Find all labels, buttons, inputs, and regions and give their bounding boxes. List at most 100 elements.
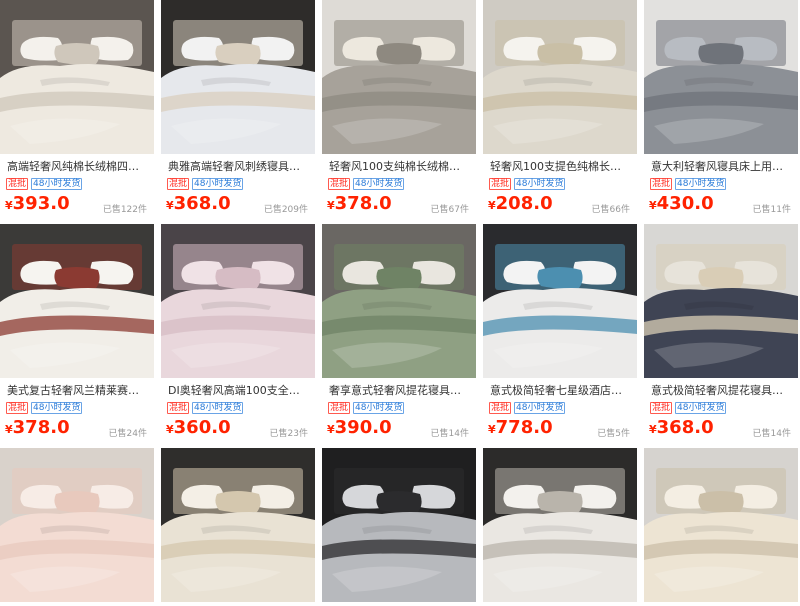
price-value: 368.0 bbox=[656, 417, 714, 438]
bedding-photo bbox=[483, 224, 637, 378]
product-title[interactable]: 轻奢风100支提色纯棉长绒棉四... bbox=[490, 160, 630, 174]
price-value: 390.0 bbox=[334, 417, 392, 438]
sold-count: 已售14件 bbox=[430, 429, 469, 439]
mixed-wholesale-badge: 混批 bbox=[328, 178, 351, 190]
product-card[interactable] bbox=[483, 448, 637, 606]
sold-count: 已售24件 bbox=[108, 429, 147, 439]
product-image[interactable] bbox=[161, 0, 315, 154]
product-card[interactable]: 意式极简轻奢七星级酒店寝具... 混批 48小时发货 ¥778.0 已售5件 bbox=[483, 224, 637, 444]
sold-count: 已售122件 bbox=[102, 205, 147, 215]
product-tags: 混批 48小时发货 bbox=[328, 178, 405, 190]
product-title[interactable]: 奢享意式轻奢风提花寝具床上... bbox=[329, 384, 469, 398]
bedding-photo bbox=[322, 224, 476, 378]
product-price: ¥378.0 bbox=[327, 193, 392, 214]
mixed-wholesale-badge: 混批 bbox=[489, 178, 512, 190]
ships-48h-badge: 48小时发货 bbox=[192, 402, 244, 414]
product-card[interactable]: 美式复古轻奢风兰精莱赛尔天... 混批 48小时发货 ¥378.0 已售24件 bbox=[0, 224, 154, 444]
product-tags: 混批 48小时发货 bbox=[328, 402, 405, 414]
ships-48h-badge: 48小时发货 bbox=[514, 178, 566, 190]
product-card[interactable] bbox=[161, 448, 315, 606]
product-card[interactable]: 奢享意式轻奢风提花寝具床上... 混批 48小时发货 ¥390.0 已售14件 bbox=[322, 224, 476, 444]
product-image[interactable] bbox=[322, 224, 476, 378]
mixed-wholesale-badge: 混批 bbox=[6, 178, 29, 190]
currency-symbol: ¥ bbox=[166, 423, 174, 436]
ships-48h-badge: 48小时发货 bbox=[353, 178, 405, 190]
product-tags: 混批 48小时发货 bbox=[167, 402, 244, 414]
product-title[interactable]: 意式极简轻奢风提花寝具床品... bbox=[651, 384, 791, 398]
product-price: ¥368.0 bbox=[649, 417, 714, 438]
ships-48h-badge: 48小时发货 bbox=[31, 402, 83, 414]
product-tags: 混批 48小时发货 bbox=[6, 402, 83, 414]
product-tags: 混批 48小时发货 bbox=[167, 178, 244, 190]
sold-count: 已售66件 bbox=[591, 205, 630, 215]
product-image[interactable] bbox=[483, 0, 637, 154]
product-card[interactable]: 轻奢风100支纯棉长绒棉四件套... 混批48小时发货 ¥378.0 已售67件 bbox=[322, 0, 476, 220]
product-title[interactable]: 意式极简轻奢七星级酒店寝具... bbox=[490, 384, 630, 398]
mixed-wholesale-badge: 混批 bbox=[489, 402, 512, 414]
currency-symbol: ¥ bbox=[649, 423, 657, 436]
product-image[interactable] bbox=[0, 0, 154, 154]
product-tags: 混批 48小时发货 bbox=[650, 402, 727, 414]
sold-count: 已售14件 bbox=[752, 429, 791, 439]
ships-48h-badge: 48小时发货 bbox=[514, 402, 566, 414]
ships-48h-badge: 48小时发货 bbox=[31, 178, 83, 190]
mixed-wholesale-badge: 混批 bbox=[650, 178, 673, 190]
bedding-photo bbox=[483, 0, 637, 154]
product-image[interactable] bbox=[0, 448, 154, 602]
product-card[interactable]: 意式极简轻奢风提花寝具床品... 混批 48小时发货 ¥368.0 已售14件 bbox=[644, 224, 798, 444]
product-title[interactable]: DI奥轻奢风高端100支全棉四... bbox=[168, 384, 308, 398]
product-title[interactable]: 高端轻奢风纯棉长绒棉四件套... bbox=[7, 160, 147, 174]
product-card[interactable]: 典雅高端轻奢风刺绣寝具床上... 混批 48小时发货 ¥368.0 已售209件 bbox=[161, 0, 315, 220]
mixed-wholesale-badge: 混批 bbox=[6, 402, 29, 414]
bedding-photo bbox=[161, 224, 315, 378]
sold-count: 已售209件 bbox=[263, 205, 308, 215]
price-value: 360.0 bbox=[173, 417, 231, 438]
currency-symbol: ¥ bbox=[5, 423, 13, 436]
product-price: ¥430.0 bbox=[649, 193, 714, 214]
product-image[interactable] bbox=[644, 448, 798, 602]
product-price: ¥778.0 bbox=[488, 417, 553, 438]
product-card[interactable] bbox=[322, 448, 476, 606]
product-card[interactable]: 轻奢风100支提色纯棉长绒棉四... 混批48小时发货 ¥208.0 已售66件 bbox=[483, 0, 637, 220]
product-image[interactable] bbox=[161, 448, 315, 602]
product-card[interactable] bbox=[0, 448, 154, 606]
product-image[interactable] bbox=[644, 224, 798, 378]
product-image[interactable] bbox=[483, 224, 637, 378]
currency-symbol: ¥ bbox=[166, 199, 174, 212]
product-image[interactable] bbox=[322, 0, 476, 154]
product-price: ¥368.0 bbox=[166, 193, 231, 214]
product-price: ¥360.0 bbox=[166, 417, 231, 438]
product-card[interactable]: DI奥轻奢风高端100支全棉四... 混批 48小时发货 ¥360.0 已售23件 bbox=[161, 224, 315, 444]
product-card[interactable] bbox=[644, 448, 798, 606]
product-card[interactable]: 意大利轻奢风寝具床上用品高... 混批 48小时发货 ¥430.0 已售11件 bbox=[644, 0, 798, 220]
bedding-photo bbox=[0, 448, 154, 602]
product-card[interactable]: 高端轻奢风纯棉长绒棉四件套... 混批 48小时发货 ¥393.0 已售122件 bbox=[0, 0, 154, 220]
product-title[interactable]: 美式复古轻奢风兰精莱赛尔天... bbox=[7, 384, 147, 398]
price-value: 430.0 bbox=[656, 193, 714, 214]
product-price: ¥378.0 bbox=[5, 417, 70, 438]
ships-48h-badge: 48小时发货 bbox=[192, 178, 244, 190]
bedding-photo bbox=[644, 224, 798, 378]
product-image[interactable] bbox=[0, 224, 154, 378]
ships-48h-badge: 48小时发货 bbox=[675, 402, 727, 414]
bedding-photo bbox=[644, 0, 798, 154]
sold-count: 已售23件 bbox=[269, 429, 308, 439]
currency-symbol: ¥ bbox=[649, 199, 657, 212]
product-tags: 混批 48小时发货 bbox=[6, 178, 83, 190]
product-price: ¥390.0 bbox=[327, 417, 392, 438]
bedding-photo bbox=[161, 0, 315, 154]
product-image[interactable] bbox=[483, 448, 637, 602]
product-title[interactable]: 典雅高端轻奢风刺绣寝具床上... bbox=[168, 160, 308, 174]
price-value: 778.0 bbox=[495, 417, 553, 438]
product-image[interactable] bbox=[644, 0, 798, 154]
product-title[interactable]: 意大利轻奢风寝具床上用品高... bbox=[651, 160, 791, 174]
product-grid: 高端轻奢风纯棉长绒棉四件套... 混批 48小时发货 ¥393.0 已售122件 典雅高端… bbox=[0, 0, 800, 606]
currency-symbol: ¥ bbox=[488, 199, 496, 212]
currency-symbol: ¥ bbox=[327, 199, 335, 212]
mixed-wholesale-badge: 混批 bbox=[650, 402, 673, 414]
product-title[interactable]: 轻奢风100支纯棉长绒棉四件套... bbox=[329, 160, 469, 174]
mixed-wholesale-badge: 混批 bbox=[328, 402, 351, 414]
product-image[interactable] bbox=[322, 448, 476, 602]
bedding-photo bbox=[161, 448, 315, 602]
product-image[interactable] bbox=[161, 224, 315, 378]
